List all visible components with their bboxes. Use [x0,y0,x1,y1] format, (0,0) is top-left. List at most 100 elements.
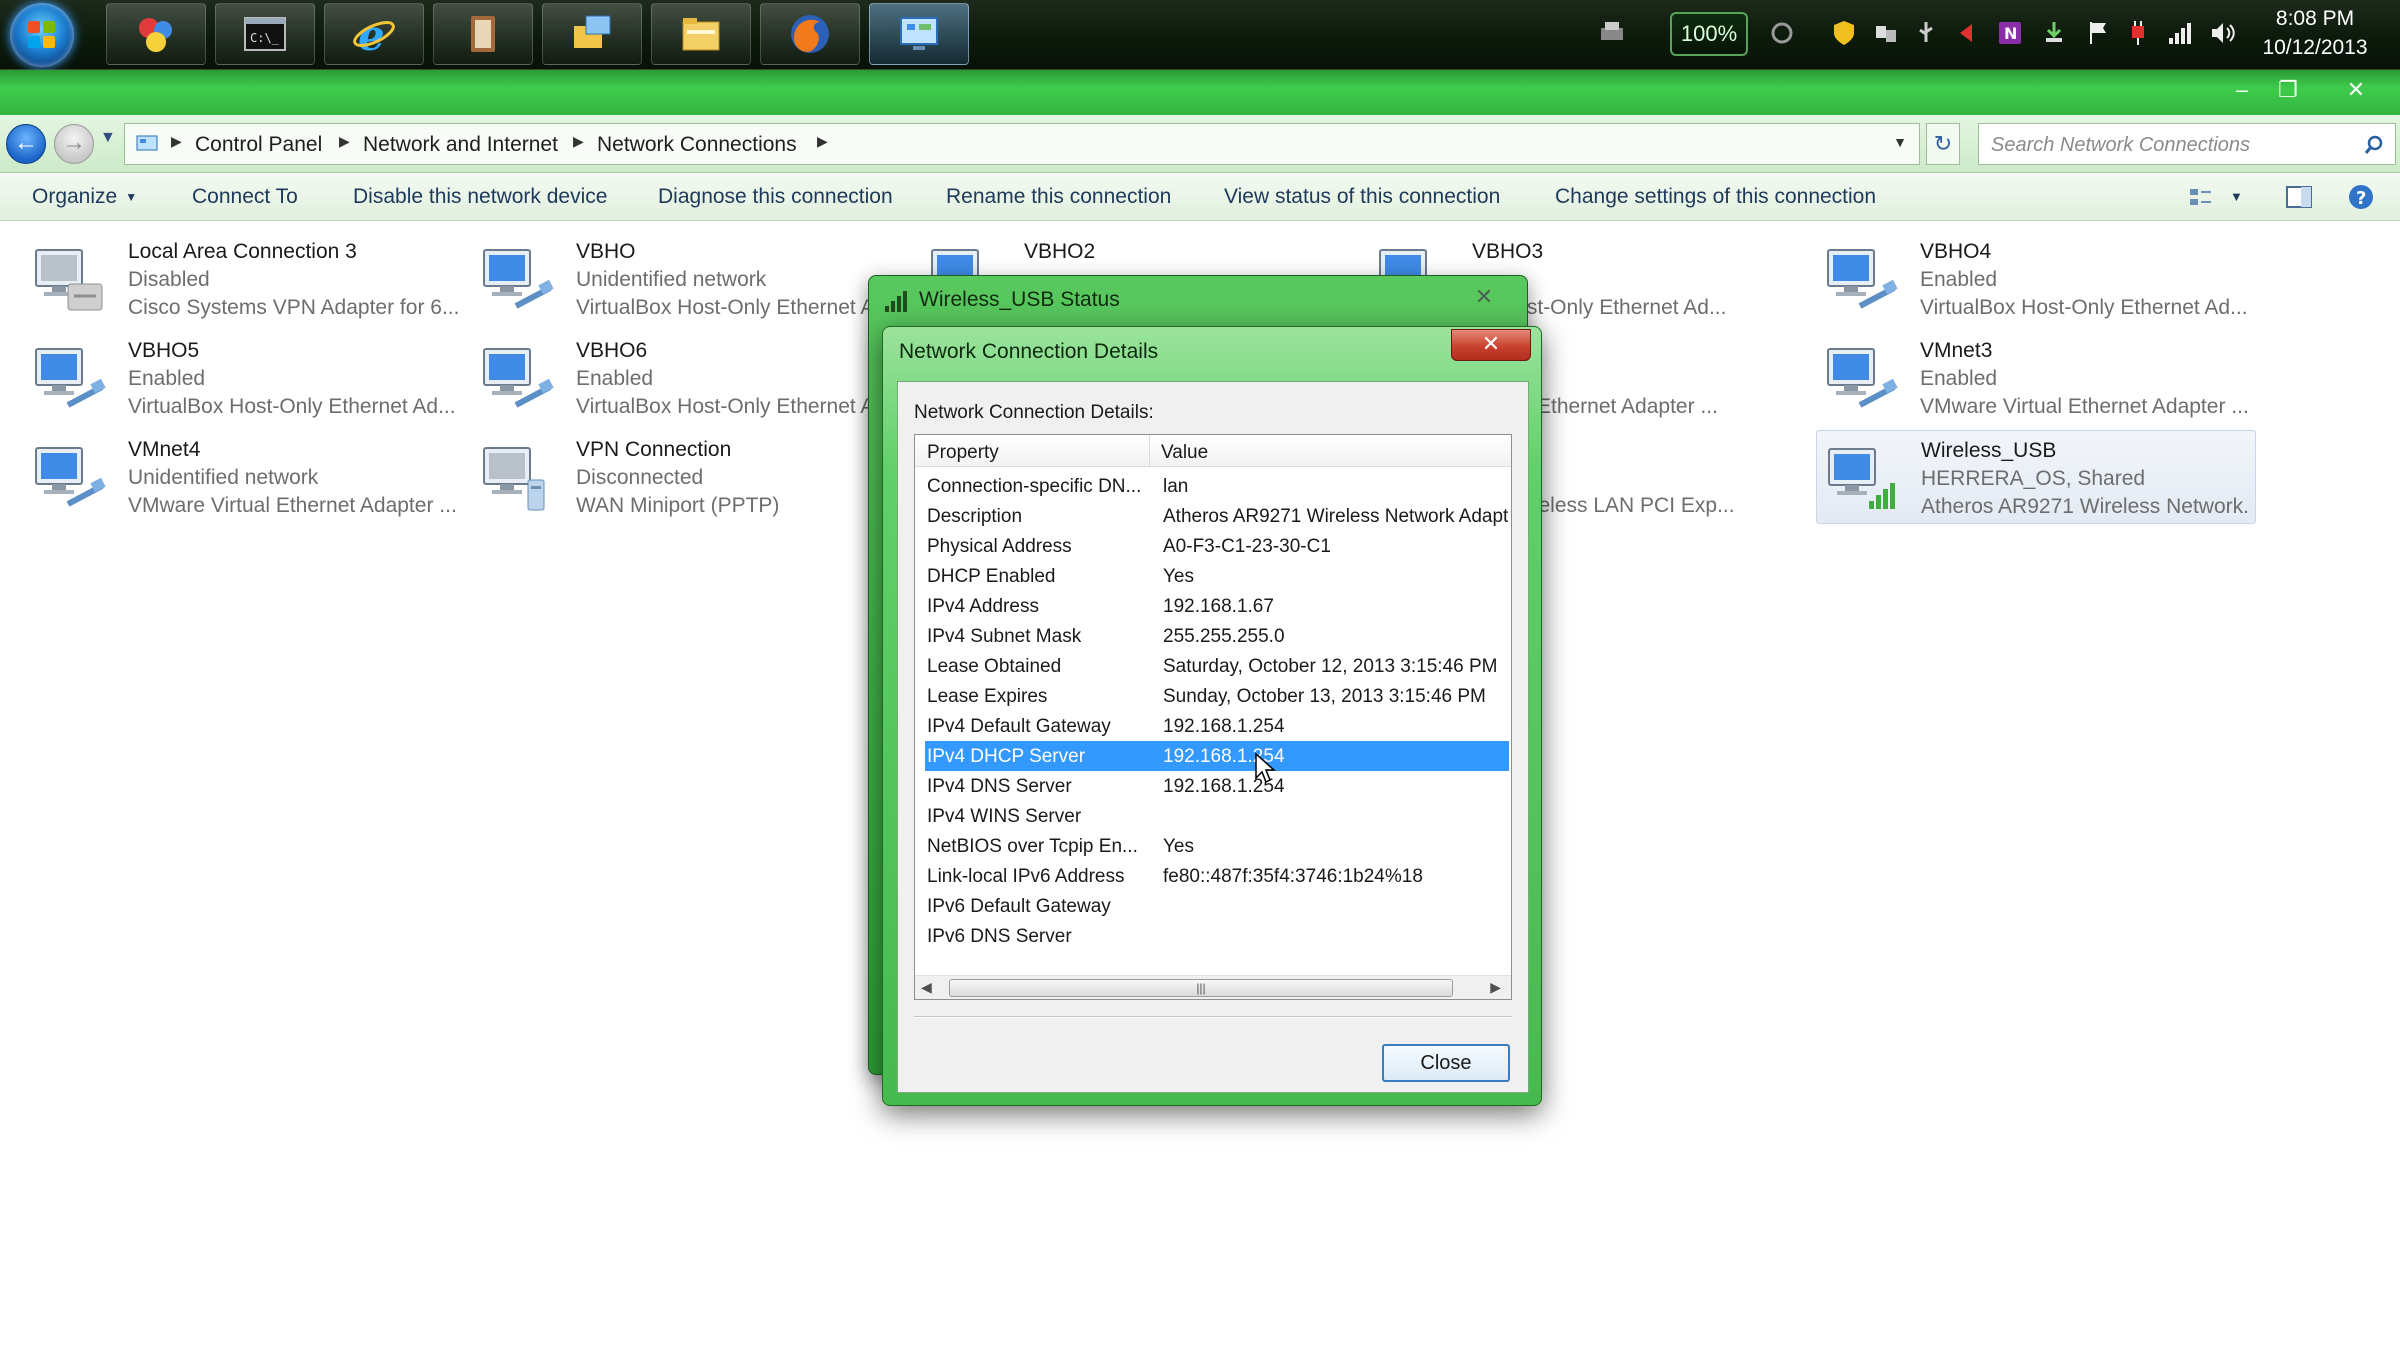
column-header-value[interactable]: Value [1161,442,1208,464]
connection-name: VMnet4 [128,438,201,461]
start-button[interactable] [10,3,74,67]
taskbar-internet-explorer-button[interactable]: e [324,3,424,65]
table-row[interactable]: Connection-specific DN... lan [925,471,1509,501]
red-arrow-icon[interactable] [1952,18,1980,48]
close-button[interactable]: Close [1382,1044,1510,1082]
taskbar-network-folders-button[interactable] [542,3,642,65]
connection-item[interactable]: VBHO6 Enabled VirtualBox Host-Only Ether… [472,331,912,425]
taskbar-clock[interactable]: 8:08 PM 10/12/2013 [2240,4,2390,62]
organize-label: Organize [32,185,118,208]
change-settings-button[interactable]: Change settings of this connection [1555,185,1876,209]
volume-icon[interactable] [2208,18,2236,48]
breadcrumb-separator-icon[interactable]: ▶ [817,133,828,150]
rename-connection-button[interactable]: Rename this connection [946,185,1171,209]
table-row[interactable]: IPv6 DNS Server [925,921,1509,951]
diagnose-connection-button[interactable]: Diagnose this connection [658,185,893,209]
search-input[interactable]: Search Network Connections [1978,123,2396,165]
connection-status: Disabled [128,268,210,291]
breadcrumb-network-connections[interactable]: Network Connections [597,133,797,157]
network-connection-details-dialog[interactable]: Network Connection Details ✕ Network Con… [882,326,1542,1106]
help-icon[interactable]: ? [2346,183,2376,211]
view-status-button[interactable]: View status of this connection [1224,185,1500,209]
connection-item[interactable]: VPN Connection Disconnected WAN Miniport… [472,430,912,524]
row-value: 192.168.1.254 [1163,716,1285,737]
connection-item[interactable]: VMnet4 Unidentified network VMware Virtu… [24,430,464,524]
connection-item[interactable]: VBHO5 Enabled VirtualBox Host-Only Ether… [24,331,464,425]
row-value: Atheros AR9271 Wireless Network Adapt [1163,506,1509,527]
taskbar-book-button[interactable] [433,3,533,65]
forward-button[interactable]: → [54,124,94,164]
details-dialog-close-x-button[interactable]: ✕ [1451,329,1531,361]
scroll-right-icon[interactable]: ▶ [1490,979,1501,996]
view-options-icon[interactable] [2186,183,2216,211]
forward-arrow-icon: → [62,129,86,156]
table-row[interactable]: DHCP Enabled Yes [925,561,1509,591]
table-row[interactable]: IPv4 DNS Server 192.168.1.254 [925,771,1509,801]
table-row[interactable]: IPv4 Address 192.168.1.67 [925,591,1509,621]
table-row[interactable]: Lease Obtained Saturday, October 12, 201… [925,651,1509,681]
taskbar-control-panel-button[interactable] [869,3,969,65]
status-dialog-close-button[interactable]: ✕ [1459,282,1509,312]
preview-pane-icon[interactable] [2284,183,2314,211]
address-bar[interactable]: ▶ Control Panel ▶ Network and Internet ▶… [124,123,1920,165]
connection-name: VPN Connection [576,438,732,461]
network-devices-icon[interactable] [1872,18,1900,48]
table-row[interactable]: Physical Address A0-F3-C1-23-30-C1 [925,531,1509,561]
address-dropdown-icon[interactable]: ▼ [1893,134,1907,150]
row-value: 255.255.255.0 [1163,626,1285,647]
battery-indicator[interactable]: 100% [1670,12,1748,56]
printer-icon[interactable] [1598,18,1626,48]
column-header-property[interactable]: Property [927,442,999,464]
breadcrumb-separator-icon[interactable]: ▶ [573,133,584,150]
connection-adapter: VirtualBox Host-Only Ethernet Ad... [128,395,456,418]
refresh-button[interactable]: ↻ [1926,123,1960,165]
onenote-icon[interactable]: N [1996,18,2024,48]
taskbar-command-prompt-button[interactable]: C:\_ [215,3,315,65]
close-window-button[interactable]: ✕ [2336,76,2376,106]
scroll-left-icon[interactable]: ◀ [921,979,932,996]
table-row[interactable]: IPv4 Subnet Mask 255.255.255.0 [925,621,1509,651]
scrollbar-thumb[interactable]: ||| [949,979,1453,997]
recent-pages-dropdown[interactable]: ▼ [100,129,116,147]
window-titlebar[interactable]: – ❐ ✕ [0,70,2400,115]
sync-icon[interactable] [1768,18,1796,48]
connection-item[interactable]: VBHO Unidentified network VirtualBox Hos… [472,232,912,326]
table-row[interactable]: Lease Expires Sunday, October 13, 2013 3… [925,681,1509,711]
disable-device-button[interactable]: Disable this network device [353,185,607,209]
restore-button[interactable]: ❐ [2268,76,2308,106]
back-button[interactable]: ← [6,124,46,164]
table-row[interactable]: Description Atheros AR9271 Wireless Netw… [925,501,1509,531]
power-plug-icon[interactable] [2124,18,2152,48]
wireless-network-adapter-icon [1828,448,1895,509]
breadcrumb-separator-icon[interactable]: ▶ [171,133,182,150]
organize-menu[interactable]: Organize ▼ [32,185,137,209]
breadcrumb-control-panel[interactable]: Control Panel [195,133,322,157]
shield-icon[interactable] [1830,18,1858,48]
connection-item[interactable]: Local Area Connection 3 Disabled Cisco S… [24,232,464,326]
connect-to-button[interactable]: Connect To [192,185,298,209]
connection-item[interactable]: Wireless_USB HERRERA_OS, Shared Atheros … [1816,430,2256,524]
connection-item[interactable]: VMnet3 Enabled VMware Virtual Ethernet A… [1816,331,2256,425]
usb-icon[interactable] [1912,18,1940,48]
taskbar-firefox-button[interactable] [760,3,860,65]
green-download-icon[interactable] [2040,18,2068,48]
table-row[interactable]: IPv4 WINS Server [925,801,1509,831]
table-row[interactable]: IPv4 Default Gateway 192.168.1.254 [925,711,1509,741]
wifi-signal-icon[interactable] [2166,18,2194,48]
table-row[interactable]: Link-local IPv6 Address fe80::487f:35f4:… [925,861,1509,891]
search-icon[interactable] [2363,134,2385,156]
view-options-dropdown-icon[interactable]: ▼ [2230,189,2243,204]
table-row[interactable]: NetBIOS over Tcpip En... Yes [925,831,1509,861]
taskbar-file-explorer-button[interactable] [651,3,751,65]
breadcrumb-separator-icon[interactable]: ▶ [339,133,350,150]
network-adapter-icon [1827,348,1898,408]
table-row[interactable]: IPv4 DHCP Server 192.168.1.254 [925,741,1509,771]
table-row[interactable]: IPv6 Default Gateway [925,891,1509,921]
horizontal-scrollbar[interactable]: ◀ ||| ▶ [915,975,1511,999]
taskbar-paint-shapes-button[interactable] [106,3,206,65]
minimize-button[interactable]: – [2222,76,2262,106]
action-center-flag-icon[interactable] [2084,18,2112,48]
details-table[interactable]: Property Value Connection-specific DN...… [914,434,1512,1000]
connection-item[interactable]: VBHO4 Enabled VirtualBox Host-Only Ether… [1816,232,2256,326]
breadcrumb-network-and-internet[interactable]: Network and Internet [363,133,558,157]
